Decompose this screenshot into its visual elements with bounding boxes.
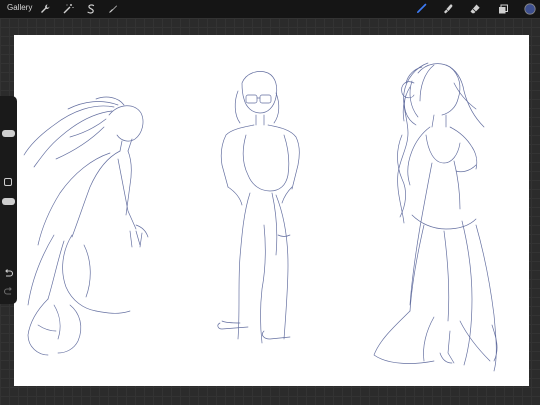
arrow-cursor-icon[interactable] — [106, 2, 120, 16]
redo-icon[interactable] — [3, 286, 14, 297]
layers-icon[interactable] — [496, 2, 510, 16]
smudge-icon[interactable] — [441, 2, 455, 16]
modify-button[interactable] — [4, 178, 12, 186]
selection-s-icon[interactable] — [84, 2, 98, 16]
opacity-slider[interactable] — [2, 198, 15, 205]
eraser-icon[interactable] — [468, 2, 482, 16]
brush-icon[interactable] — [414, 2, 428, 16]
magic-wand-icon[interactable] — [61, 2, 75, 16]
color-swatch-icon[interactable] — [523, 2, 537, 16]
sketch-artwork — [23, 62, 498, 372]
sketch-figure-long-hair — [373, 62, 498, 372]
undo-icon[interactable] — [3, 268, 14, 279]
top-toolbar: Gallery — [0, 0, 540, 18]
wrench-icon[interactable] — [38, 2, 52, 16]
sketch-figure-glasses — [217, 71, 300, 344]
brush-size-slider[interactable] — [2, 130, 15, 137]
drawing-canvas[interactable] — [14, 35, 529, 386]
sketch-figure-crouching — [23, 96, 149, 356]
gallery-button[interactable]: Gallery — [7, 3, 32, 12]
left-sidebar — [0, 96, 17, 304]
